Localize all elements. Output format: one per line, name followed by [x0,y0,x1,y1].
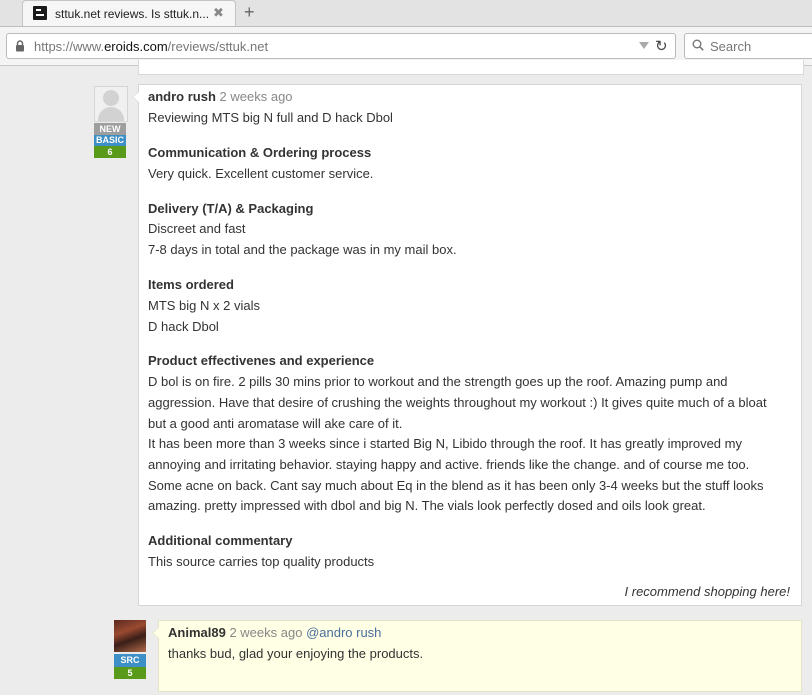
section-heading: Additional commentary [148,533,293,548]
section-heading: Product effectivenes and experience [148,353,375,368]
url-text: https://www.eroids.com/reviews/sttuk.net [34,39,268,54]
default-avatar-body [98,107,124,121]
reply-mention-link[interactable]: @andro rush [306,625,381,640]
section-line: amazing. pretty impressed with dbol and … [148,498,706,513]
section-line: 7-8 days in total and the package was in… [148,242,457,257]
section-line: This source carries top quality products [148,554,375,569]
review-summary: Reviewing MTS big N full and D hack Dbol [148,110,393,125]
browser-tab[interactable]: sttuk.net reviews. Is sttuk.n... ✖ [22,0,236,26]
section-line: but a good anti aromatase will ake care … [148,416,403,431]
reply-text: thanks bud, glad your enjoying the produ… [168,646,424,661]
section-line: D bol is on fire. 2 pills 30 mins prior … [148,374,728,389]
tab-bar: sttuk.net reviews. Is sttuk.n... ✖ + [0,0,812,27]
section-line: Discreet and fast [148,221,246,236]
reviewer-avatar-block: NEW BASIC 6 [94,86,128,158]
reply-author[interactable]: Animal89 [168,625,226,640]
reload-icon[interactable]: ↻ [655,37,668,55]
section-line: Very quick. Excellent customer service. [148,166,374,181]
site-favicon-icon [33,6,47,20]
new-tab-button[interactable]: + [244,2,255,23]
lock-icon [16,40,24,52]
default-avatar-icon [103,90,119,106]
section-heading: Items ordered [148,277,234,292]
badge-new: NEW [94,123,126,135]
section-line: Some acne on back. Cant say much about E… [148,478,764,493]
previous-review-card [138,60,804,75]
avatar[interactable] [114,620,146,652]
page-content: NEW BASIC 6 andro rush 2 weeks ago Revie… [0,60,812,695]
review-count-badge: 6 [94,146,126,158]
url-path: /reviews/sttuk.net [167,39,269,54]
search-icon [692,39,704,51]
review-author[interactable]: andro rush [148,89,216,104]
review-header: andro rush 2 weeks ago [148,89,293,104]
reply-card: Animal89 2 weeks ago @andro rush thanks … [152,620,802,692]
reply-avatar-block: SRC 5 [114,620,146,679]
section-line: MTS big N x 2 vials [148,298,260,313]
review-card: andro rush 2 weeks ago Reviewing MTS big… [132,84,802,606]
recommendation-text: I recommend shopping here! [624,584,790,599]
section-line: annoying and irritating behavior. stayin… [148,457,750,472]
url-domain: eroids.com [104,39,168,54]
search-placeholder: Search [710,39,752,54]
section-line: It has been more than 3 weeks since i st… [148,436,742,451]
section-heading: Communication & Ordering process [148,145,372,160]
reply-time: 2 weeks ago [229,625,303,640]
url-dropdown-icon[interactable] [639,42,649,49]
review-time: 2 weeks ago [219,89,293,104]
tab-title: sttuk.net reviews. Is sttuk.n... [55,7,210,21]
close-tab-icon[interactable]: ✖ [213,5,224,21]
reply-count-badge: 5 [114,667,146,679]
address-bar[interactable]: https://www.eroids.com/reviews/sttuk.net… [6,33,676,59]
section-line: aggression. Have that desire of crushing… [148,395,767,410]
section-heading: Delivery (T/A) & Packaging [148,201,314,216]
badge-basic: BASIC [94,135,126,146]
url-prefix: https://www. [34,39,105,54]
section-line: D hack Dbol [148,319,219,334]
avatar[interactable] [94,86,128,122]
badge-src: SRC [114,654,146,667]
reply-header: Animal89 2 weeks ago @andro rush [168,625,381,640]
search-input[interactable]: Search [684,33,812,59]
